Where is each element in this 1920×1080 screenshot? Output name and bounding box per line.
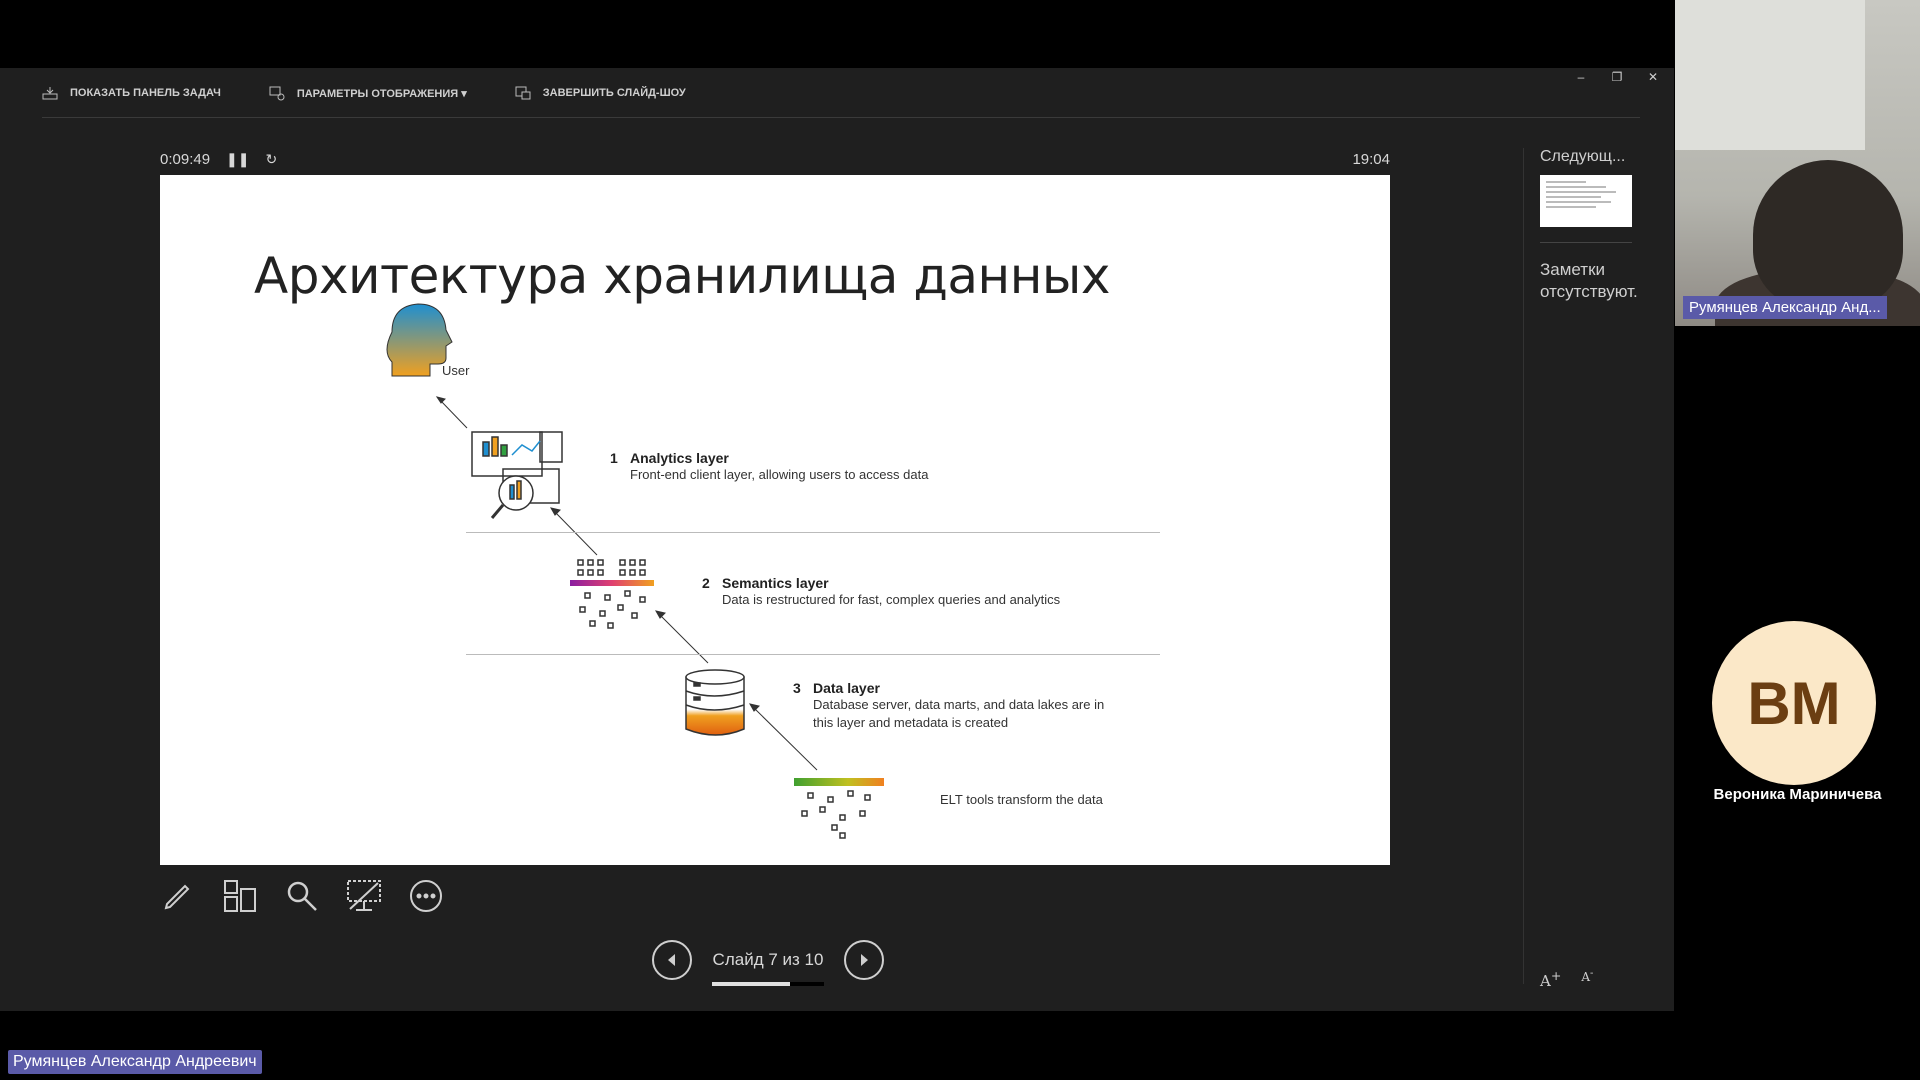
data-layer: 3 Data layer Database server, data marts,… [793,680,1123,732]
layer-name: Data layer [813,680,880,696]
slide-tools [160,878,444,914]
analytics-icon [471,431,563,519]
presenter-toolbar: ПОКАЗАТЬ ПАНЕЛЬ ЗАДАЧ ПАРАМЕТРЫ ОТОБРАЖЕ… [42,68,686,118]
slide-progress [712,982,824,986]
avatar: ВМ [1712,621,1876,785]
sidebar-divider [1523,148,1524,984]
database-icon [685,669,745,736]
slide-navigation: Слайд 7 из 10 [652,940,884,986]
layer-name: Semantics layer [722,575,829,591]
display-settings-icon [269,86,285,101]
speaker-name-tag: Румянцев Александр Андреевич [8,1050,262,1074]
user-label: User [442,363,470,378]
pause-icon[interactable]: ❚❚ [226,151,249,168]
speaker-notes: Заметки отсутствуют. [1540,260,1638,301]
architecture-diagram [386,303,884,839]
decrease-font-button[interactable]: A- [1581,968,1593,990]
layer-name: Analytics layer [630,450,729,466]
increase-font-button[interactable]: A+ [1540,968,1561,990]
minimize-button[interactable]: – [1574,70,1588,84]
layer-number: 2 [702,575,710,591]
slides-grid-icon[interactable] [222,878,258,914]
timer-row: 0:09:49 ❚❚ ↻ 19:04 [160,148,1390,170]
next-icon [861,954,868,966]
semantics-icon [570,559,654,629]
show-taskbar-label: ПОКАЗАТЬ ПАНЕЛЬ ЗАДАЧ [70,87,221,99]
current-slide: Архитектура хранилища данных User 1 Anal… [160,175,1390,865]
participant-video [1675,0,1920,326]
pen-icon[interactable] [160,878,196,914]
taskbar-icon [42,87,58,100]
window-controls: – ❐ ✕ [1574,70,1660,84]
sidebar-divider [1540,242,1632,243]
elt-icon [794,778,884,839]
next-slide-thumbnail[interactable] [1540,175,1632,227]
layer-description: Data is restructured for fast, complex q… [722,592,1061,607]
screen-icon[interactable] [346,878,382,914]
layer-divider [466,532,1160,533]
elt-label: ELT tools transform the data [940,792,1103,807]
show-taskbar-button[interactable]: ПОКАЗАТЬ ПАНЕЛЬ ЗАДАЧ [42,85,221,101]
next-slide-label: Следующ... [1540,148,1626,165]
zoom-icon[interactable] [284,878,320,914]
avatar-name: Вероника Мариничева [1713,786,1882,803]
end-show-button[interactable]: ЗАВЕРШИТЬ СЛАЙД-ШОУ [515,85,686,101]
slide-counter: Слайд 7 из 10 [710,950,826,986]
restart-icon[interactable]: ↻ [266,151,278,168]
toolbar-divider [42,117,1640,118]
layer-number: 3 [793,680,801,696]
layer-number: 1 [610,450,618,466]
video-name-tag: Румянцев Александр Анд... [1683,296,1887,319]
end-show-icon [515,86,531,100]
layer-divider [466,654,1160,655]
elapsed-timer: 0:09:49 [160,150,211,168]
close-button[interactable]: ✕ [1646,70,1660,84]
display-settings-button[interactable]: ПАРАМЕТРЫ ОТОБРАЖЕНИЯ ▾ [269,85,467,101]
slide-progress-fill [712,982,791,986]
display-settings-label: ПАРАМЕТРЫ ОТОБРАЖЕНИЯ ▾ [296,87,467,100]
slide-counter-text: Слайд 7 из 10 [712,950,824,969]
end-show-label: ЗАВЕРШИТЬ СЛАЙД-ШОУ [542,87,686,99]
next-slide-button[interactable] [844,940,884,980]
prev-icon [668,954,675,966]
more-icon[interactable] [408,878,444,914]
layer-description: Database server, data marts, and data la… [813,697,1105,730]
semantics-layer: 2 Semantics layer Data is restructured fo… [702,575,1060,609]
restore-button[interactable]: ❐ [1610,70,1624,84]
font-size-controls: A+ A- [1540,968,1593,990]
previous-slide-button[interactable] [652,940,692,980]
clock: 19:04 [1352,150,1390,168]
presenter-view: ПОКАЗАТЬ ПАНЕЛЬ ЗАДАЧ ПАРАМЕТРЫ ОТОБРАЖЕ… [0,68,1674,1011]
analytics-layer: 1 Analytics layer Front-end client layer,… [610,450,928,484]
layer-description: Front-end client layer, allowing users t… [630,467,929,482]
